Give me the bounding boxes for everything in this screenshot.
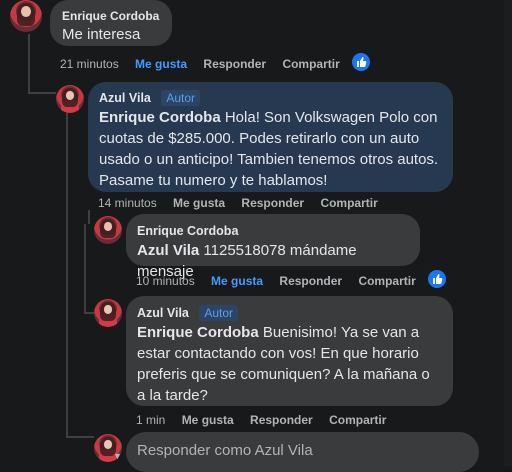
author-badge: Autor: [161, 90, 201, 106]
comment-text: Me interesa: [62, 26, 141, 43]
comment-bubble: Enrique Cordoba Azul Vila 1125518078 mán…: [126, 214, 420, 280]
chevron-down-icon[interactable]: ▼: [113, 451, 122, 461]
like-button[interactable]: Me gusta: [173, 196, 225, 210]
like-button[interactable]: Me gusta: [135, 57, 187, 71]
comment-actions: 1 min Me gusta Responder Compartir: [136, 412, 399, 428]
comment-author[interactable]: Enrique Cordoba: [62, 8, 159, 24]
share-button[interactable]: Compartir: [329, 413, 386, 427]
thumbs-up-icon[interactable]: [352, 53, 370, 71]
comment-actions: 10 minutos Me gusta Responder Compartir: [136, 273, 429, 289]
thumbs-up-icon[interactable]: [428, 270, 446, 288]
comment-actions: 14 minutos Me gusta Responder Compartir: [98, 195, 391, 211]
reply-button[interactable]: Responder: [279, 274, 342, 288]
reply-input-placeholder: Responder como Azul Vila: [137, 442, 313, 459]
avatar[interactable]: [94, 299, 122, 327]
share-button[interactable]: Compartir: [320, 196, 377, 210]
mention-link[interactable]: Azul Vila: [137, 242, 199, 259]
comment-bubble: Enrique Cordoba Me interesa: [50, 0, 172, 46]
thread-line: [88, 210, 90, 224]
like-button[interactable]: Me gusta: [211, 274, 263, 288]
mention-link[interactable]: Enrique Cordoba: [99, 109, 221, 126]
thread-line: [28, 34, 30, 94]
thread-line: [66, 436, 94, 438]
mention-link[interactable]: Enrique Cordoba: [137, 324, 259, 341]
reply-button[interactable]: Responder: [250, 413, 313, 427]
comment-time[interactable]: 1 min: [136, 413, 165, 427]
comment-author[interactable]: Azul Vila: [99, 90, 151, 106]
thread-line: [66, 112, 68, 437]
comment-author[interactable]: Azul Vila: [137, 305, 189, 321]
avatar[interactable]: [94, 216, 122, 244]
comment-actions: 21 minutos Me gusta Responder Compartir: [60, 56, 353, 72]
avatar[interactable]: [56, 85, 84, 113]
thread-line: [84, 312, 94, 314]
comment-time[interactable]: 14 minutos: [98, 196, 157, 210]
comment-text-wrap: Enrique Cordoba Buenisimo! Ya se van a e…: [137, 322, 441, 406]
thread-line: [28, 92, 56, 94]
comment-time[interactable]: 10 minutos: [136, 274, 195, 288]
reply-button[interactable]: Responder: [203, 57, 266, 71]
comment-author[interactable]: Enrique Cordoba: [137, 223, 238, 239]
avatar[interactable]: [10, 0, 42, 32]
comment-time[interactable]: 21 minutos: [60, 57, 119, 71]
like-button[interactable]: Me gusta: [182, 413, 234, 427]
scrollbar[interactable]: [504, 0, 512, 466]
comment-bubble: Azul Vila Autor Enrique Cordoba Hola! So…: [88, 82, 453, 192]
author-badge: Autor: [199, 305, 239, 321]
comment-text-wrap: Enrique Cordoba Hola! Son Volkswagen Pol…: [99, 107, 441, 191]
reply-button[interactable]: Responder: [241, 196, 304, 210]
share-button[interactable]: Compartir: [358, 274, 415, 288]
share-button[interactable]: Compartir: [282, 57, 339, 71]
comment-bubble: Azul Vila Autor Enrique Cordoba Buenisim…: [126, 296, 453, 406]
thread-line: [84, 224, 86, 314]
